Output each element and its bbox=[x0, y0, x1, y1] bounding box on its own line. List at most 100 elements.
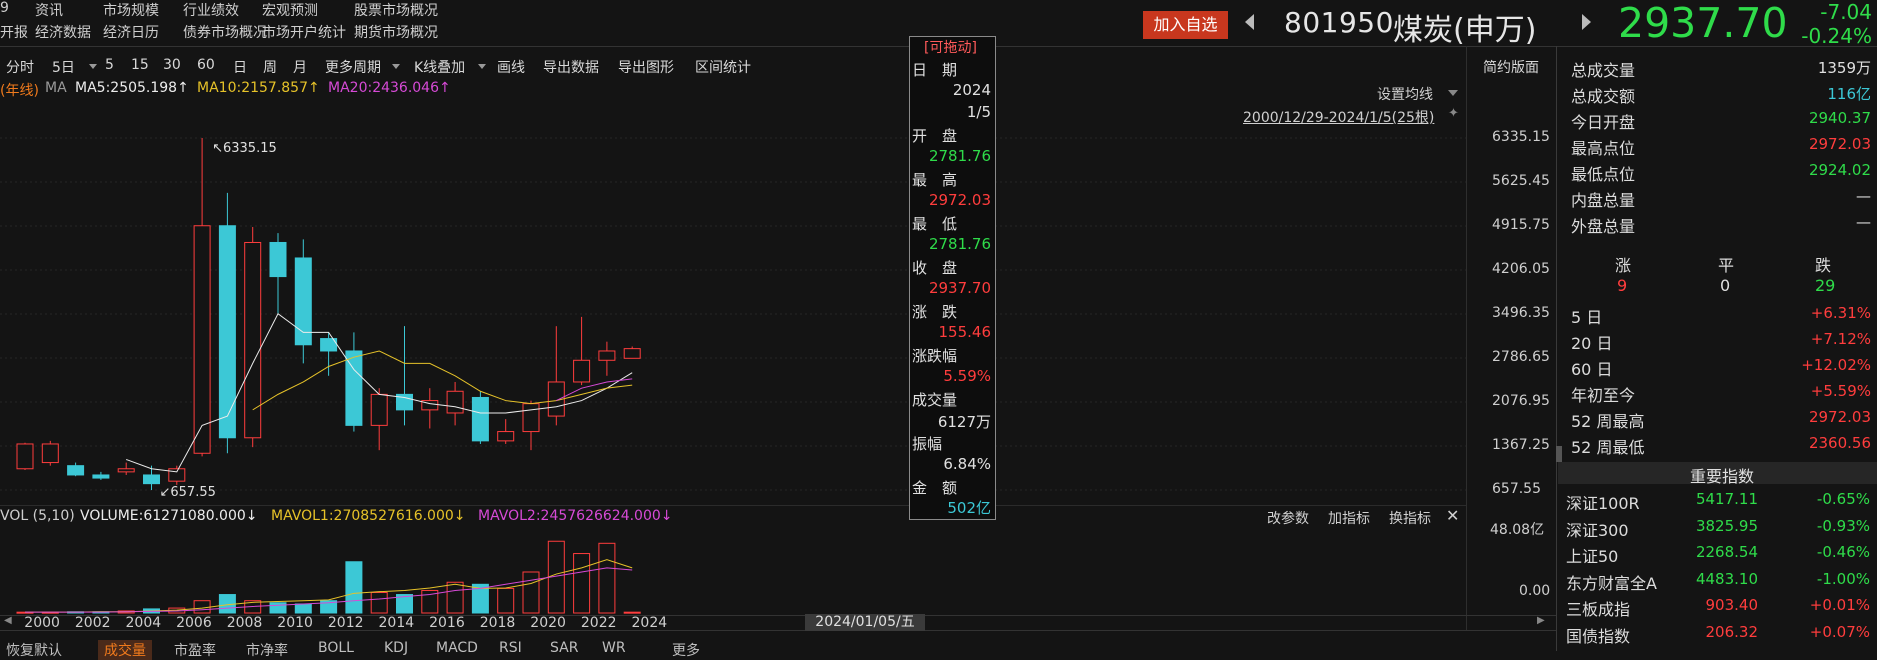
flat-count: 0 bbox=[1720, 276, 1731, 295]
stat-label: 总成交量 bbox=[1571, 61, 1636, 80]
topnav-item[interactable]: 开报 bbox=[0, 22, 28, 42]
dropdown-icon[interactable] bbox=[478, 64, 486, 69]
toolbar-item-1[interactable]: 5日 bbox=[52, 57, 75, 77]
candle-body bbox=[446, 390, 464, 414]
candle-body bbox=[269, 241, 287, 278]
x-tick-label: 2022 bbox=[580, 615, 617, 631]
indicator-tab[interactable]: 更多 bbox=[666, 640, 706, 660]
indicator-tab[interactable]: SAR bbox=[544, 640, 584, 656]
indicator-tab[interactable]: MACD bbox=[430, 640, 484, 656]
indicator-tab[interactable]: 市净率 bbox=[240, 640, 294, 660]
next-arrow-icon[interactable] bbox=[1582, 14, 1591, 30]
toolbar-item-6[interactable]: 日 bbox=[233, 57, 247, 77]
y-tick-label: 5625.45 bbox=[1492, 173, 1550, 189]
toolbar-item-12[interactable]: 导出数据 bbox=[543, 57, 599, 77]
candle-body bbox=[92, 474, 110, 479]
topnav-item[interactable]: 行业绩效 bbox=[183, 0, 239, 20]
open-value: 2781.76 bbox=[928, 147, 991, 165]
candlestick-chart[interactable]: ↖6335.15 ↙657.55 bbox=[0, 95, 1466, 515]
toolbar-item-10[interactable]: K线叠加 bbox=[414, 57, 465, 77]
index-name[interactable]: 东方财富全A bbox=[1566, 570, 1657, 594]
y-tick-label: 3496.35 bbox=[1492, 305, 1550, 321]
y-tick-label: 1367.25 bbox=[1492, 437, 1550, 453]
volume-bar bbox=[573, 553, 591, 614]
indicator-tab[interactable]: KDJ bbox=[378, 640, 414, 656]
toolbar-item-8[interactable]: 月 bbox=[293, 57, 307, 77]
simple-layout-button[interactable]: 简约版面 bbox=[1483, 57, 1539, 77]
period-label: 60 日 bbox=[1571, 360, 1613, 379]
topnav-item[interactable]: 股票市场概况 bbox=[354, 0, 438, 20]
toolbar-item-13[interactable]: 导出图形 bbox=[618, 57, 674, 77]
stat-label: 外盘总量 bbox=[1571, 217, 1636, 236]
candle-body bbox=[497, 431, 515, 442]
toolbar-item-11[interactable]: 画线 bbox=[497, 57, 525, 77]
toolbar-item-9[interactable]: 更多周期 bbox=[325, 57, 381, 77]
data-tooltip[interactable]: [可拖动] 日 期 2024 1/5 开 盘 2781.76 最 高 2972.… bbox=[909, 36, 996, 520]
index-name[interactable]: 上证50 bbox=[1566, 543, 1618, 567]
add-to-watchlist-button[interactable]: 加入自选 bbox=[1143, 11, 1228, 39]
topnav-item[interactable]: 资讯 bbox=[35, 0, 63, 20]
indicator-tab[interactable]: 恢复默认 bbox=[0, 640, 68, 660]
topnav-item[interactable]: 宏观预测 bbox=[262, 0, 318, 20]
x-tick-label: 2016 bbox=[429, 615, 465, 631]
period-value: +12.02% bbox=[1801, 356, 1871, 374]
prev-arrow-icon[interactable] bbox=[1245, 14, 1254, 30]
toolbar-item-4[interactable]: 30 bbox=[163, 57, 181, 73]
dropdown-icon[interactable] bbox=[392, 64, 400, 69]
ma-label: MA bbox=[45, 80, 67, 96]
stat-value: — bbox=[1856, 187, 1871, 205]
volume-bar bbox=[294, 603, 312, 614]
indicator-tab[interactable]: 市盈率 bbox=[168, 640, 222, 660]
change-pct-label: 涨跌幅 bbox=[912, 347, 958, 365]
last-price: 2937.70 bbox=[1618, 0, 1788, 47]
panel-collapse-handle[interactable] bbox=[1556, 446, 1562, 462]
volume-bar bbox=[623, 611, 641, 614]
indicator-tab[interactable]: WR bbox=[596, 640, 632, 656]
index-name[interactable]: 国债指数 bbox=[1566, 623, 1630, 647]
y-tick-label: 2786.65 bbox=[1492, 349, 1550, 365]
volume-chart[interactable] bbox=[0, 525, 1466, 615]
toolbar-item-14[interactable]: 区间统计 bbox=[695, 57, 751, 77]
change-value: 155.46 bbox=[938, 323, 992, 341]
candle-body bbox=[143, 474, 160, 485]
index-pct: -0.93% bbox=[1816, 516, 1870, 535]
candle-body bbox=[522, 403, 540, 433]
ma5-readout: MA5:2505.198↑ bbox=[75, 80, 189, 96]
topnav-item[interactable]: 债券市场概况 bbox=[183, 22, 267, 42]
drag-hint[interactable]: [可拖动] bbox=[924, 37, 977, 57]
candle-body bbox=[244, 241, 262, 439]
topnav-item[interactable]: 市场规模 bbox=[103, 0, 159, 20]
indicator-tab[interactable]: RSI bbox=[493, 640, 528, 656]
toolbar-item-3[interactable]: 15 bbox=[131, 57, 149, 73]
toolbar-item-7[interactable]: 周 bbox=[263, 57, 277, 77]
index-name[interactable]: 深证100R bbox=[1566, 490, 1640, 514]
index-name[interactable]: 深证300 bbox=[1566, 517, 1629, 541]
period-label: 5 日 bbox=[1571, 308, 1603, 327]
period-value: +6.31% bbox=[1810, 304, 1871, 322]
amplitude-label: 振幅 bbox=[912, 435, 943, 453]
topnav-item[interactable]: 期货市场概况 bbox=[354, 22, 438, 42]
topnav-item[interactable]: 市场开户统计 bbox=[262, 22, 346, 42]
x-tick-label: 2006 bbox=[176, 615, 212, 631]
index-name[interactable]: 三板成指 bbox=[1566, 596, 1630, 620]
close-icon[interactable]: ✕ bbox=[1446, 506, 1459, 525]
index-value: 2268.54 bbox=[1695, 543, 1758, 561]
dropdown-icon[interactable] bbox=[89, 64, 97, 69]
indicator-tab[interactable]: 成交量 bbox=[98, 640, 152, 660]
toolbar-item-0[interactable]: 分时 bbox=[6, 57, 34, 77]
index-pct: -0.46% bbox=[1816, 543, 1870, 561]
indicator-tab[interactable]: BOLL bbox=[312, 640, 360, 656]
topnav-item[interactable]: 9 bbox=[0, 0, 9, 16]
mavol2-readout: MAVOL2:2457626624.000↓ bbox=[478, 508, 673, 524]
vol-axis-min: 0.00 bbox=[1519, 583, 1551, 599]
topnav-item[interactable]: 经济数据 bbox=[35, 22, 91, 42]
high-marker: ↖6335.15 bbox=[212, 141, 277, 156]
topnav-item[interactable]: 经济日历 bbox=[103, 22, 159, 42]
scroll-left-icon[interactable]: ◀ bbox=[4, 615, 12, 626]
toolbar-item-5[interactable]: 60 bbox=[197, 57, 215, 73]
x-tick-label: 2000 bbox=[24, 615, 60, 631]
stat-label: 最低点位 bbox=[1571, 165, 1636, 184]
scroll-right-icon[interactable]: ▶ bbox=[1537, 615, 1545, 626]
amount-label: 金 额 bbox=[912, 479, 958, 497]
toolbar-item-2[interactable]: 5 bbox=[105, 57, 114, 73]
